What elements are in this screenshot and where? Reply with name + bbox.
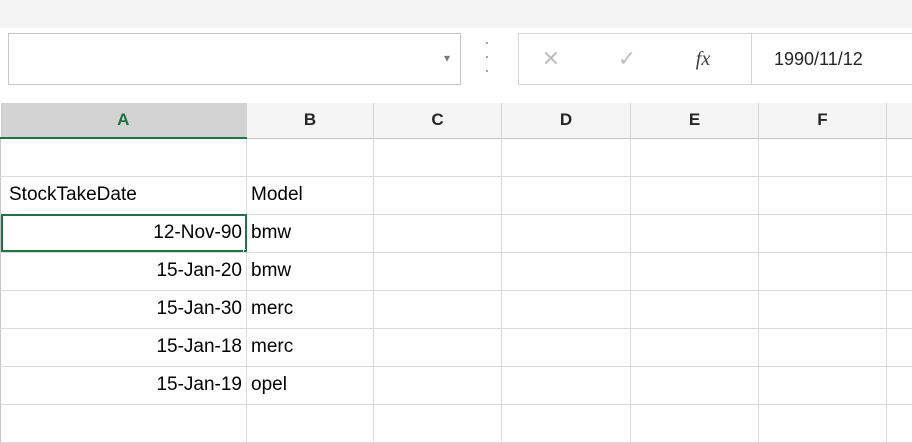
cell[interactable] (759, 366, 887, 404)
cell[interactable]: merc (247, 290, 374, 328)
cell[interactable] (631, 290, 759, 328)
cell[interactable] (502, 138, 631, 176)
cell[interactable]: Model (247, 176, 374, 214)
ribbon-bottom-strip (0, 0, 912, 28)
cell[interactable] (374, 366, 502, 404)
column-header-a[interactable]: A (1, 103, 247, 138)
formula-input[interactable]: 1990/11/12 (751, 33, 912, 85)
cell[interactable]: bmw (247, 214, 374, 252)
cell[interactable] (374, 138, 502, 176)
cell[interactable] (887, 176, 912, 214)
table-row: 15-Jan-19 opel (1, 366, 912, 404)
column-header-g[interactable] (887, 103, 912, 138)
name-box[interactable]: ▾ (8, 33, 461, 85)
cell[interactable] (1, 138, 247, 176)
cell[interactable] (887, 290, 912, 328)
cell[interactable] (887, 366, 912, 404)
cell[interactable] (1, 404, 247, 442)
cell[interactable] (502, 328, 631, 366)
cell[interactable] (631, 138, 759, 176)
cell[interactable] (631, 328, 759, 366)
cell[interactable]: bmw (247, 252, 374, 290)
cell[interactable] (887, 404, 912, 442)
cell[interactable] (374, 328, 502, 366)
cell[interactable] (887, 252, 912, 290)
cell[interactable] (247, 404, 374, 442)
enter-icon[interactable]: ✓ (607, 34, 647, 84)
table-row: StockTakeDate Model (1, 176, 912, 214)
cell[interactable] (631, 404, 759, 442)
cell[interactable] (374, 404, 502, 442)
cell[interactable] (502, 252, 631, 290)
cell[interactable] (759, 328, 887, 366)
formula-bar: ▾ ✕ ✓ fx 1990/11/12 (0, 28, 912, 93)
cell[interactable] (759, 252, 887, 290)
cell[interactable] (374, 176, 502, 214)
cell[interactable]: 15-Jan-18 (1, 328, 247, 366)
column-header-b[interactable]: B (247, 103, 374, 138)
cell[interactable]: 15-Jan-20 (1, 252, 247, 290)
cell[interactable] (759, 404, 887, 442)
cell[interactable] (374, 252, 502, 290)
column-header-f[interactable]: F (759, 103, 887, 138)
table-row: 15-Jan-20 bmw (1, 252, 912, 290)
cell[interactable] (502, 214, 631, 252)
cell[interactable] (631, 366, 759, 404)
table-row: 15-Jan-30 merc (1, 290, 912, 328)
column-header-c[interactable]: C (374, 103, 502, 138)
cell[interactable] (502, 366, 631, 404)
cell[interactable] (759, 176, 887, 214)
cell[interactable]: 15-Jan-30 (1, 290, 247, 328)
table-row (1, 404, 912, 442)
cell[interactable] (631, 176, 759, 214)
fill-handle[interactable] (243, 249, 247, 253)
insert-function-icon[interactable]: fx (683, 34, 723, 84)
table-row (1, 138, 912, 176)
formula-buttons: ✕ ✓ fx (518, 33, 751, 85)
cell[interactable] (502, 290, 631, 328)
formula-bar-resize-handle[interactable] (485, 42, 488, 72)
table-row: 15-Jan-18 merc (1, 328, 912, 366)
table-row: 12-Nov-90 bmw (1, 214, 912, 252)
cell[interactable] (759, 290, 887, 328)
cell[interactable] (759, 214, 887, 252)
cell[interactable]: StockTakeDate (1, 176, 247, 214)
cancel-icon[interactable]: ✕ (531, 34, 571, 84)
spreadsheet-grid: A B C D E F StockTakeDate Model (0, 103, 912, 443)
cell[interactable] (502, 176, 631, 214)
cell[interactable] (887, 214, 912, 252)
cell[interactable]: 15-Jan-19 (1, 366, 247, 404)
cell[interactable] (887, 328, 912, 366)
active-cell[interactable]: 12-Nov-90 (1, 214, 247, 252)
cell[interactable] (247, 138, 374, 176)
cell[interactable] (631, 214, 759, 252)
column-header-d[interactable]: D (502, 103, 631, 138)
cell[interactable] (502, 404, 631, 442)
cell[interactable] (631, 252, 759, 290)
cell[interactable] (887, 138, 912, 176)
cell-value: 12-Nov-90 (153, 222, 242, 243)
column-header-e[interactable]: E (631, 103, 759, 138)
cell[interactable] (374, 214, 502, 252)
cell[interactable] (759, 138, 887, 176)
cell[interactable] (374, 290, 502, 328)
cell[interactable]: opel (247, 366, 374, 404)
chevron-down-icon[interactable]: ▾ (444, 51, 450, 65)
cell[interactable]: merc (247, 328, 374, 366)
